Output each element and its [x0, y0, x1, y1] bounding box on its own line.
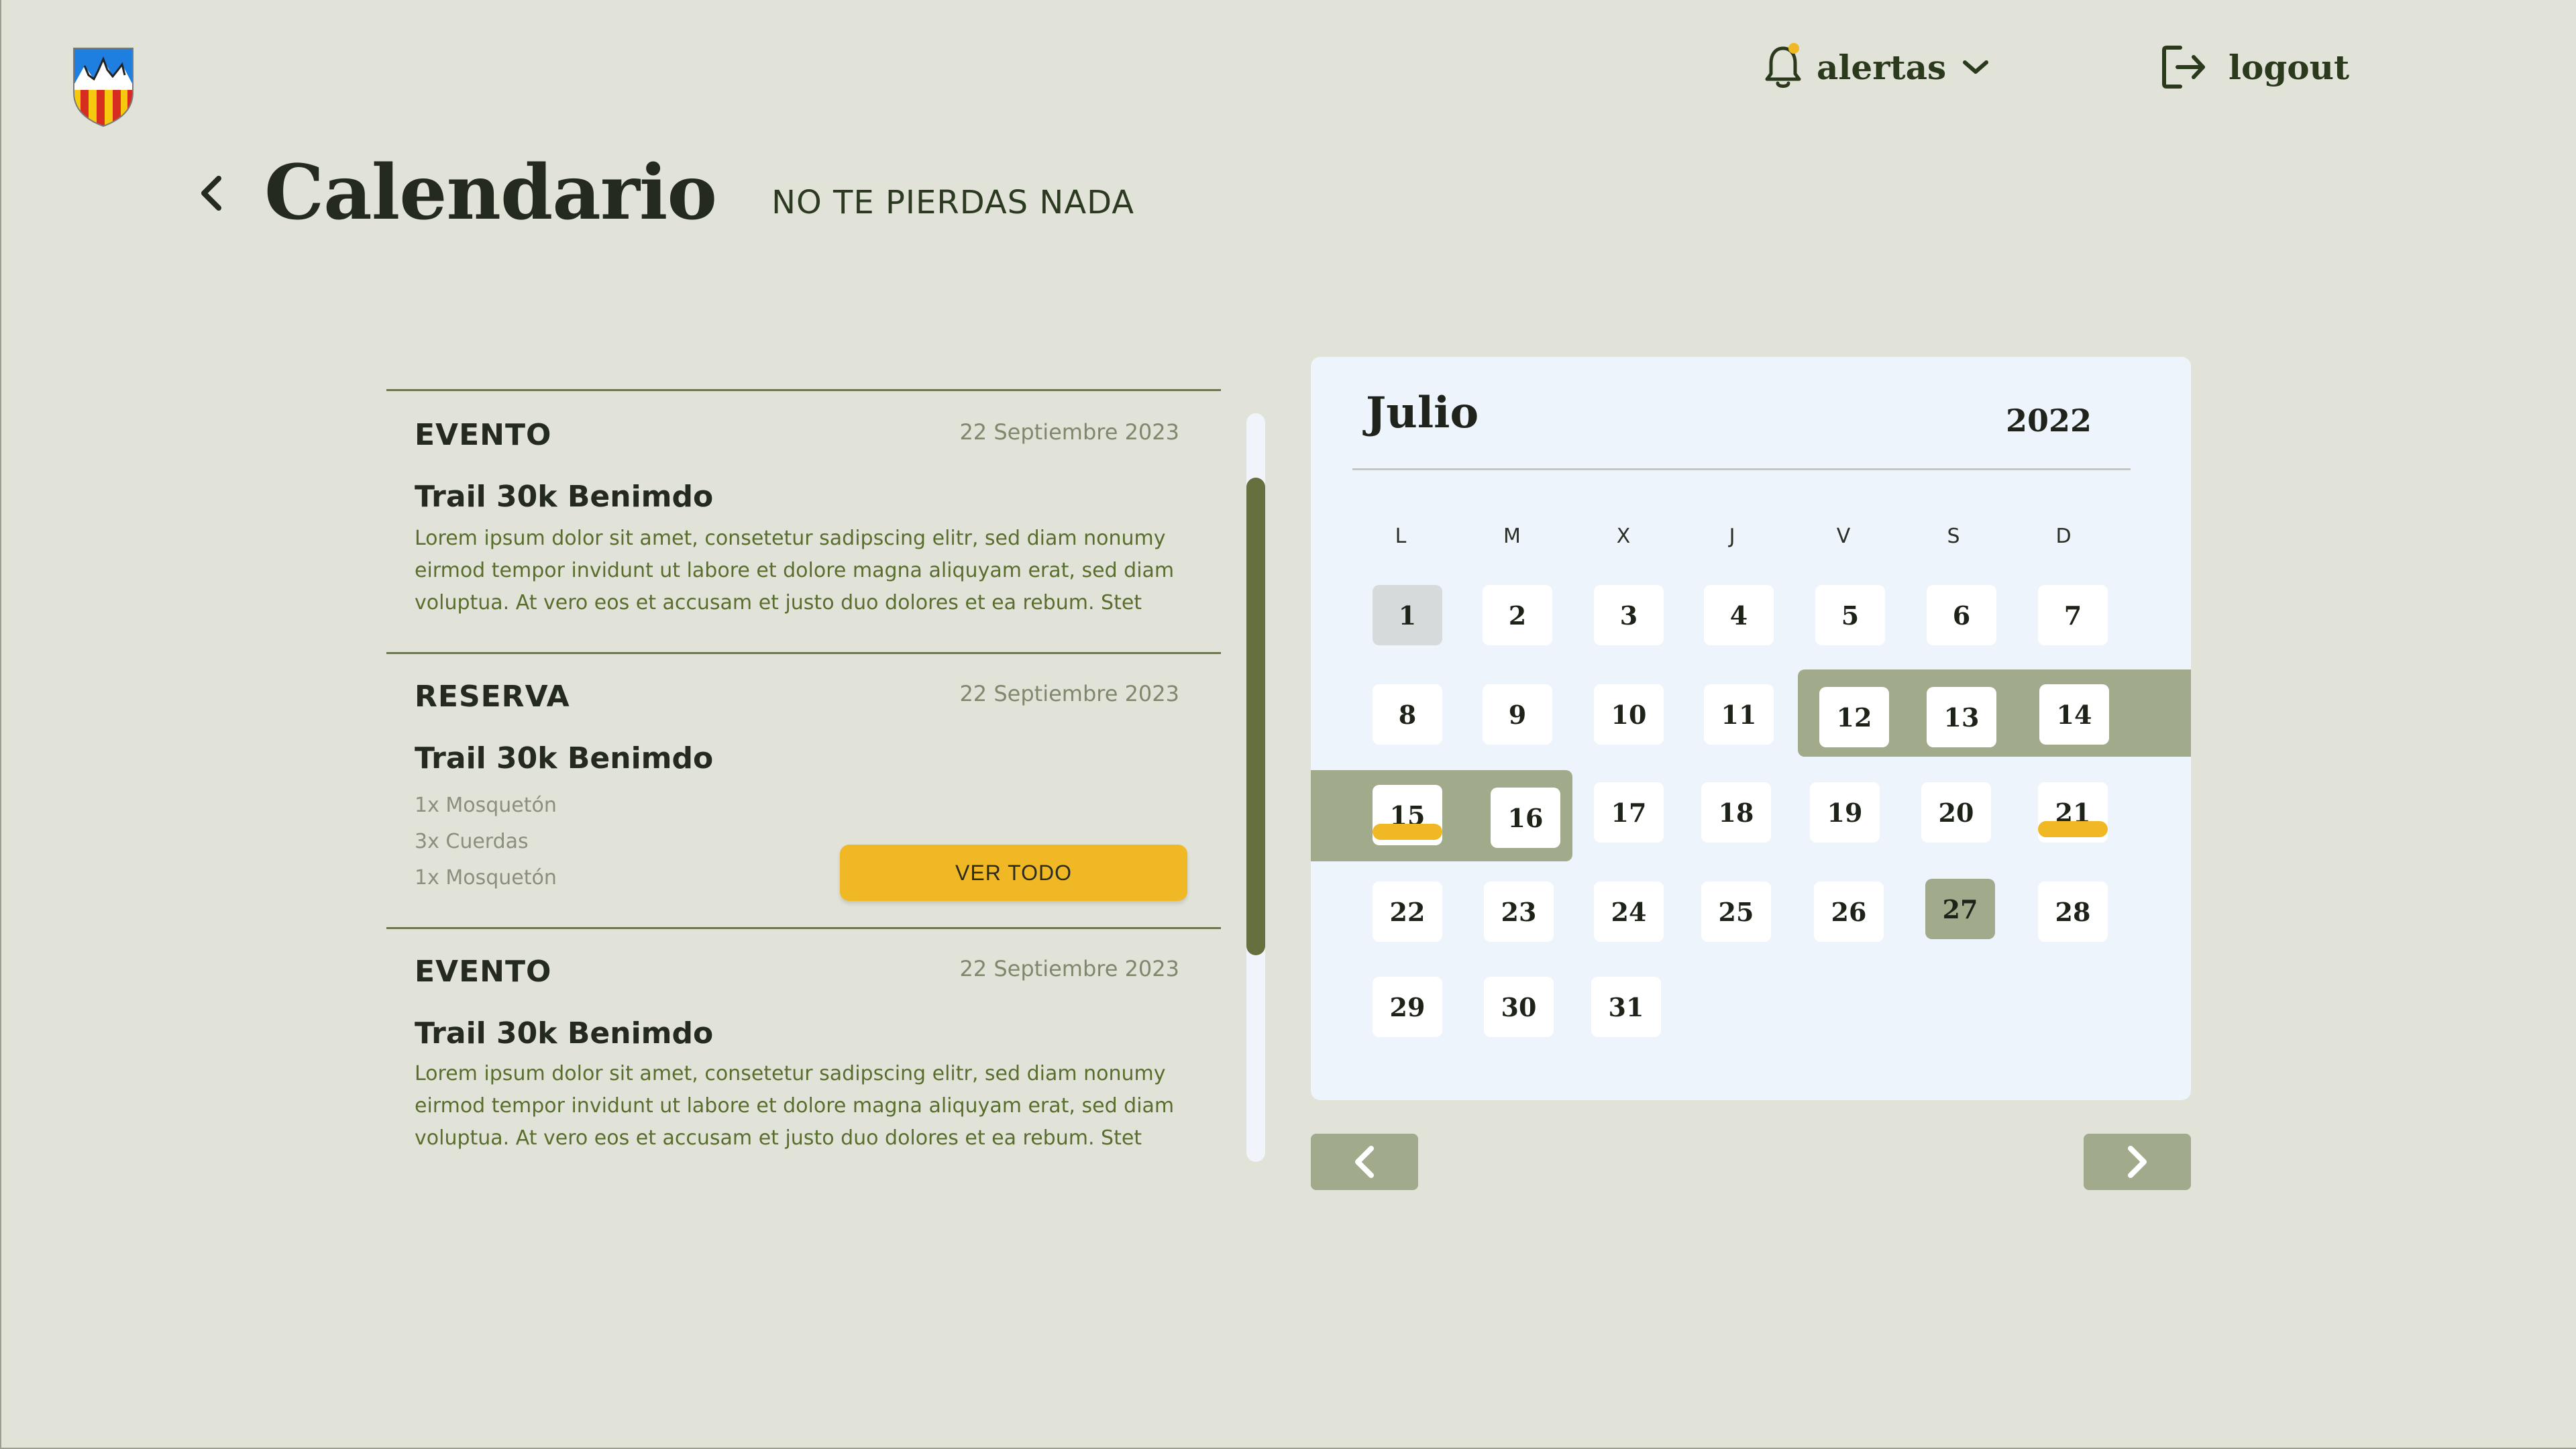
page-header: Calendario NO TE PIERDAS NADA	[196, 149, 1134, 237]
list-item[interactable]: EVENTO 22 Septiembre 2023 Trail 30k Beni…	[386, 927, 1221, 1169]
calendar-day[interactable]: 22	[1373, 881, 1442, 942]
calendar-day[interactable]: 23	[1484, 881, 1554, 942]
item-date: 22 Septiembre 2023	[959, 956, 1179, 981]
calendar-month: Julio	[1366, 388, 1479, 438]
calendar-day[interactable]: 14	[2039, 684, 2109, 745]
weekday-label: L	[1395, 525, 1407, 548]
next-month-button[interactable]	[2084, 1134, 2191, 1190]
chevron-down-icon	[1961, 57, 1990, 77]
calendar-day[interactable]: 29	[1373, 977, 1442, 1037]
event-marker	[2038, 821, 2108, 837]
calendar-divider	[1352, 468, 2131, 470]
calendar-day[interactable]: 24	[1594, 881, 1664, 942]
calendar-year: 2022	[2006, 402, 2092, 439]
item-description: Lorem ipsum dolor sit amet, consetetur s…	[415, 1062, 1175, 1150]
calendar-day[interactable]: 8	[1373, 684, 1442, 745]
calendar-day[interactable]: 18	[1701, 782, 1771, 843]
calendar-day-today[interactable]: 1	[1373, 585, 1442, 645]
item-title: Trail 30k Benimdo	[415, 1016, 714, 1051]
weekday-label: S	[1947, 525, 1960, 548]
alerts-menu[interactable]: alertas	[1764, 42, 1990, 93]
alerts-label: alertas	[1817, 47, 1947, 87]
calendar-day[interactable]: 13	[1927, 687, 1996, 747]
calendar: Julio 2022 L M X J V S D 1 2 3 4 5 6 7 8…	[1311, 357, 2191, 1100]
calendar-day[interactable]: 10	[1594, 684, 1664, 745]
page-title: Calendario	[264, 149, 717, 237]
page-subtitle: NO TE PIERDAS NADA	[771, 183, 1135, 221]
calendar-day[interactable]: 26	[1814, 881, 1884, 942]
list-item[interactable]: EVENTO 22 Septiembre 2023 Trail 30k Beni…	[386, 389, 1221, 652]
gear-item: 1x Mosquetón	[415, 794, 557, 817]
calendar-day[interactable]: 5	[1815, 585, 1885, 645]
calendar-day[interactable]: 6	[1927, 585, 1996, 645]
chevron-left-icon	[1351, 1143, 1378, 1181]
weekday-label: V	[1836, 525, 1851, 548]
weekday-label: X	[1616, 525, 1631, 548]
item-type: EVENTO	[415, 955, 552, 989]
club-crest-logo	[71, 46, 136, 127]
chevron-left-icon[interactable]	[196, 168, 229, 219]
previous-month-button[interactable]	[1311, 1134, 1418, 1190]
calendar-day[interactable]: 15	[1373, 785, 1442, 845]
item-date: 22 Septiembre 2023	[959, 419, 1179, 445]
gear-item: 1x Mosquetón	[415, 866, 557, 890]
item-type: EVENTO	[415, 418, 552, 452]
item-type: RESERVA	[415, 680, 570, 714]
ver-todo-button[interactable]: VER TODO	[840, 845, 1187, 901]
calendar-day[interactable]: 9	[1483, 684, 1552, 745]
calendar-day[interactable]: 7	[2038, 585, 2108, 645]
logout-button[interactable]: logout	[2160, 40, 2349, 94]
calendar-day[interactable]: 20	[1921, 782, 1991, 843]
calendar-day[interactable]: 21	[2038, 782, 2108, 843]
gear-item: 3x Cuerdas	[415, 830, 529, 853]
list-item[interactable]: RESERVA 22 Septiembre 2023 Trail 30k Ben…	[386, 652, 1221, 927]
calendar-day[interactable]: 30	[1484, 977, 1554, 1037]
calendar-day[interactable]: 25	[1701, 881, 1771, 942]
calendar-day[interactable]: 19	[1810, 782, 1880, 843]
calendar-day[interactable]: 2	[1483, 585, 1552, 645]
item-description: Lorem ipsum dolor sit amet, consetetur s…	[415, 527, 1175, 614]
agenda-list: EVENTO 22 Septiembre 2023 Trail 30k Beni…	[386, 389, 1221, 1169]
item-title: Trail 30k Benimdo	[415, 480, 714, 514]
logout-icon	[2160, 44, 2207, 91]
bell-icon	[1764, 43, 1802, 91]
event-marker	[1373, 824, 1442, 840]
item-date: 22 Septiembre 2023	[959, 681, 1179, 706]
weekday-label: M	[1503, 525, 1521, 548]
chevron-right-icon	[2124, 1143, 2151, 1181]
calendar-day[interactable]: 3	[1594, 585, 1664, 645]
calendar-day[interactable]: 16	[1491, 788, 1560, 848]
calendar-day[interactable]: 17	[1594, 782, 1664, 843]
calendar-day[interactable]: 4	[1704, 585, 1774, 645]
weekday-label: J	[1729, 525, 1735, 548]
scrollbar-thumb[interactable]	[1246, 478, 1265, 955]
calendar-day[interactable]: 31	[1591, 977, 1661, 1037]
weekday-label: D	[2055, 525, 2072, 548]
calendar-day-selected[interactable]: 27	[1925, 879, 1995, 939]
calendar-day[interactable]: 28	[2038, 881, 2108, 942]
calendar-day[interactable]: 12	[1819, 687, 1889, 747]
item-title: Trail 30k Benimdo	[415, 741, 714, 775]
logout-label: logout	[2229, 47, 2350, 87]
calendar-day[interactable]: 11	[1704, 684, 1774, 745]
